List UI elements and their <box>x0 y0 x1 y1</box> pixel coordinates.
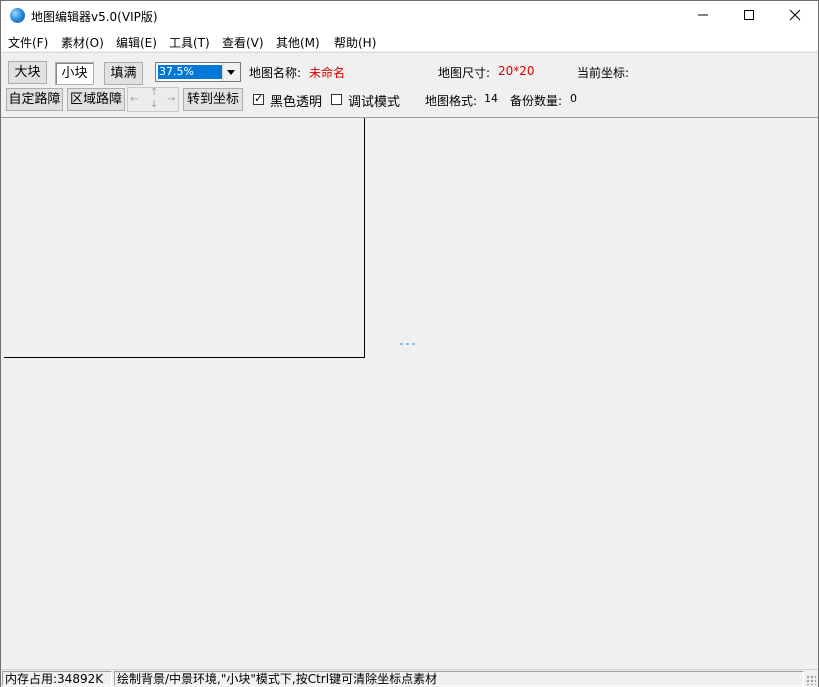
menu-bar: 文件(F) 素材(O) 编辑(E) 工具(T) 查看(V) 其他(M) 帮助(H… <box>1 31 818 51</box>
maximize-icon <box>744 10 754 20</box>
minimize-button[interactable] <box>680 1 726 31</box>
area-obstacle-button[interactable]: 区域路障 <box>67 88 125 111</box>
toolbar: 大块 小块 填满 37.5% 地图名称: 未命名 地图尺寸: 20*20 当前坐… <box>1 52 818 116</box>
globe-app-icon <box>10 8 25 23</box>
direction-pad[interactable]: ← ↑ ↓ → <box>127 87 179 112</box>
menu-tools[interactable]: 工具(T) <box>169 34 210 51</box>
map-name-label: 地图名称: <box>249 66 302 80</box>
menu-edit[interactable]: 编辑(E) <box>116 34 157 51</box>
map-format-label: 地图格式: <box>425 94 478 108</box>
map-format-value: 14 <box>484 92 498 105</box>
black-transparent-label[interactable]: 黑色透明 <box>270 91 322 110</box>
map-canvas[interactable] <box>4 118 365 358</box>
backup-count-value: 0 <box>570 92 577 105</box>
chevron-down-icon[interactable] <box>222 63 240 81</box>
maximize-button[interactable] <box>726 1 772 31</box>
map-size-value: 20*20 <box>498 64 535 78</box>
menu-other[interactable]: 其他(M) <box>276 34 320 51</box>
goto-coord-button[interactable]: 转到坐标 <box>183 88 243 111</box>
custom-obstacle-button[interactable]: 自定路障 <box>6 88 63 111</box>
memory-usage: 内存占用:34892K <box>2 671 112 686</box>
arrow-right-icon[interactable]: → <box>167 94 175 105</box>
menu-view[interactable]: 查看(V) <box>222 34 264 51</box>
menu-file[interactable]: 文件(F) <box>8 34 48 51</box>
window-title: 地图编辑器v5.0(VIP版) <box>31 10 158 24</box>
status-hint: 绘制背景/中景环境,"小块"模式下,按Ctrl键可清除坐标点素材 <box>114 671 804 686</box>
status-bar: 内存占用:34892K 绘制背景/中景环境,"小块"模式下,按Ctrl键可清除坐… <box>1 669 818 687</box>
current-coord-label: 当前坐标: <box>577 66 630 80</box>
menu-material[interactable]: 素材(O) <box>61 34 104 51</box>
large-block-button[interactable]: 大块 <box>8 61 47 84</box>
main-window: 地图编辑器v5.0(VIP版) 文件(F) 素材(O) 编辑(E) 工具(T) … <box>0 0 819 687</box>
map-canvas-area[interactable] <box>1 117 818 670</box>
title-bar[interactable]: 地图编辑器v5.0(VIP版) <box>1 1 818 31</box>
arrow-down-icon[interactable]: ↓ <box>150 99 158 110</box>
canvas-marker <box>400 343 418 345</box>
debug-mode-checkbox[interactable] <box>331 94 342 105</box>
zoom-value: 37.5% <box>158 65 223 79</box>
small-block-button[interactable]: 小块 <box>55 62 94 85</box>
debug-mode-label[interactable]: 调试模式 <box>348 91 400 110</box>
backup-count-label: 备份数量: <box>510 94 563 108</box>
resize-grip-icon[interactable] <box>806 675 816 685</box>
close-button[interactable] <box>772 1 818 31</box>
map-name-value: 未命名 <box>309 66 346 80</box>
close-icon <box>789 9 801 21</box>
zoom-select[interactable]: 37.5% <box>155 62 241 82</box>
map-size-label: 地图尺寸: <box>438 66 491 80</box>
minimize-icon <box>698 14 708 16</box>
arrow-left-icon[interactable]: ← <box>130 94 138 105</box>
black-transparent-checkbox[interactable] <box>253 92 264 105</box>
menu-help[interactable]: 帮助(H) <box>334 34 376 51</box>
fill-button[interactable]: 填满 <box>104 62 143 85</box>
arrow-up-icon[interactable]: ↑ <box>150 87 158 98</box>
